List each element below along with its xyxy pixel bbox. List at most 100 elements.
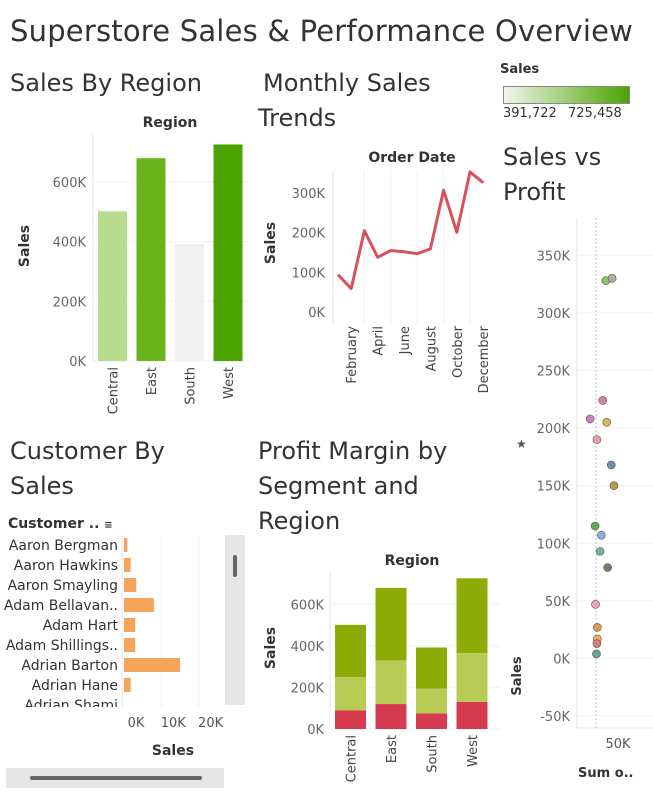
scrollbar-thumb[interactable] bbox=[233, 555, 237, 577]
scatter-point[interactable] bbox=[606, 460, 616, 470]
y-tick-label: 100K bbox=[537, 537, 571, 552]
x-tick-label: South bbox=[426, 735, 441, 773]
monthly-sales-line[interactable] bbox=[336, 170, 485, 291]
monthly-trends-title-line2: Trends bbox=[258, 104, 337, 132]
sales-vs-profit-title-line1: Sales vs bbox=[503, 143, 602, 171]
pin-icon[interactable]: ★ bbox=[516, 437, 527, 451]
profit-margin-title-line3: Region bbox=[258, 507, 341, 535]
stacked-segment-east[interactable] bbox=[375, 704, 407, 729]
customer-name: Adam Shillings.. bbox=[6, 638, 118, 654]
y-axis-label: Sales bbox=[510, 656, 525, 695]
customer-column-header[interactable]: Customer .. ≡ bbox=[8, 516, 113, 532]
stacked-segment-west[interactable] bbox=[456, 653, 488, 702]
customer-row[interactable]: Adam Hart bbox=[43, 618, 136, 634]
x-tick-label: August bbox=[424, 326, 439, 372]
sales-vs-profit-title: Sales vs Profit bbox=[503, 140, 601, 210]
customer-name: Aaron Bergman bbox=[9, 538, 118, 554]
customer-by-sales-title-line1: Customer By bbox=[10, 437, 165, 465]
scatter-point[interactable] bbox=[609, 481, 619, 491]
stacked-segment-east[interactable] bbox=[375, 587, 407, 661]
scatter-point[interactable] bbox=[607, 274, 617, 283]
profit-margin-chart[interactable]: Region Sales 0K 200K 400K 600K Central East S… bbox=[255, 540, 500, 802]
scatter-point[interactable] bbox=[592, 649, 601, 659]
y-tick-label: 600K bbox=[291, 598, 325, 613]
x-tick-label: October bbox=[451, 325, 466, 378]
x-tick-label: East bbox=[385, 735, 400, 763]
y-tick-label: 100K bbox=[292, 266, 326, 281]
customer-bar[interactable] bbox=[124, 558, 131, 572]
x-tick-label: December bbox=[477, 325, 492, 393]
scatter-point[interactable] bbox=[602, 418, 612, 427]
customer-row[interactable]: Adrian Hane bbox=[32, 678, 131, 694]
monthly-trends-chart[interactable]: Order Date Sales 0K 100K 200K 300K February… bbox=[255, 140, 495, 410]
customer-name: Adrian Hane bbox=[32, 678, 118, 694]
order-date-header: Order Date bbox=[368, 150, 455, 166]
customer-bars-chart[interactable]: Aaron Bergman Aaron Hawkins Aaron Smayling… bbox=[0, 535, 222, 707]
scatter-point[interactable] bbox=[585, 414, 595, 424]
customer-bar[interactable] bbox=[124, 638, 136, 652]
customer-row[interactable]: Adrian Shami bbox=[24, 698, 118, 707]
stacked-segment-south[interactable] bbox=[416, 688, 447, 714]
y-axis-label: Sales bbox=[263, 627, 279, 669]
customer-row[interactable]: Adam Bellavan.. bbox=[4, 598, 154, 614]
stacked-segment-west[interactable] bbox=[456, 701, 488, 729]
y-tick-label: 400K bbox=[291, 640, 325, 655]
sort-icon[interactable]: ≡ bbox=[104, 520, 112, 531]
customer-row[interactable]: Aaron Hawkins bbox=[14, 558, 131, 574]
bar-central[interactable] bbox=[98, 211, 127, 361]
y-tick-label: 200K bbox=[292, 227, 326, 242]
stacked-segment-south[interactable] bbox=[416, 647, 447, 689]
vertical-scrollbar[interactable] bbox=[225, 535, 245, 705]
customer-header-label: Customer .. bbox=[8, 516, 100, 532]
customer-list[interactable]: Aaron Bergman Aaron Hawkins Aaron Smayling… bbox=[0, 535, 222, 707]
x-tick-label: Central bbox=[107, 367, 122, 414]
x-tick-label: April bbox=[372, 326, 387, 356]
customer-bar[interactable] bbox=[124, 538, 128, 552]
customer-row[interactable]: Aaron Bergman bbox=[9, 538, 128, 554]
scatter-point[interactable] bbox=[597, 530, 606, 540]
customer-row[interactable]: Adam Shillings.. bbox=[6, 638, 136, 654]
y-tick-label: 250K bbox=[537, 365, 571, 380]
legend-title: Sales bbox=[500, 62, 540, 77]
sales-vs-profit-title-line2: Profit bbox=[503, 178, 566, 206]
customer-bar[interactable] bbox=[124, 658, 180, 672]
bar-west[interactable] bbox=[213, 144, 243, 361]
bar-south[interactable] bbox=[175, 243, 204, 361]
customer-by-sales-title: Customer By Sales bbox=[10, 434, 165, 504]
scatter-point[interactable] bbox=[590, 521, 600, 531]
stacked-segment-south[interactable] bbox=[416, 713, 447, 729]
y-tick-label: 50K bbox=[545, 595, 571, 610]
legend-min-label: 391,722 bbox=[503, 106, 557, 121]
scatter-point[interactable] bbox=[598, 396, 608, 405]
customer-row[interactable]: Adrian Barton bbox=[21, 658, 180, 674]
scatter-point[interactable] bbox=[595, 547, 605, 556]
x-tick-label: South bbox=[184, 367, 199, 405]
sales-vs-profit-chart[interactable]: Sales ★ -50K 0K 50K 100K 150K 200K 250K 300K 350… bbox=[500, 218, 653, 802]
customer-bar[interactable] bbox=[124, 678, 131, 692]
stacked-segment-central[interactable] bbox=[335, 624, 366, 678]
legend-max-label: 725,458 bbox=[568, 106, 622, 121]
stacked-segment-central[interactable] bbox=[335, 677, 366, 711]
x-tick-label: 10K bbox=[161, 716, 187, 731]
scrollbar-thumb[interactable] bbox=[30, 776, 202, 780]
stacked-segment-west[interactable] bbox=[456, 578, 488, 654]
scatter-point[interactable] bbox=[592, 435, 602, 444]
y-tick-label: 200K bbox=[537, 422, 571, 437]
customer-row[interactable]: Aaron Smayling bbox=[8, 578, 137, 594]
bar-east[interactable] bbox=[136, 158, 166, 361]
customer-bar[interactable] bbox=[124, 578, 137, 592]
customer-name: Aaron Hawkins bbox=[14, 558, 118, 574]
stacked-segment-central[interactable] bbox=[335, 710, 366, 729]
scatter-point[interactable] bbox=[591, 600, 600, 609]
customer-name: Adrian Barton bbox=[21, 658, 118, 674]
scatter-point[interactable] bbox=[603, 563, 612, 572]
stacked-segment-east[interactable] bbox=[375, 660, 407, 705]
horizontal-scrollbar[interactable] bbox=[6, 768, 224, 788]
customer-name: Adrian Shami bbox=[24, 698, 118, 707]
sales-by-region-chart[interactable]: Region Sales 0K 200K 400K 600K Central East S… bbox=[0, 104, 250, 430]
scatter-point[interactable] bbox=[593, 623, 602, 632]
y-tick-label: 0K bbox=[69, 355, 86, 370]
customer-bar[interactable] bbox=[124, 598, 154, 612]
customer-bar[interactable] bbox=[124, 618, 136, 632]
scatter-point[interactable] bbox=[592, 639, 602, 648]
